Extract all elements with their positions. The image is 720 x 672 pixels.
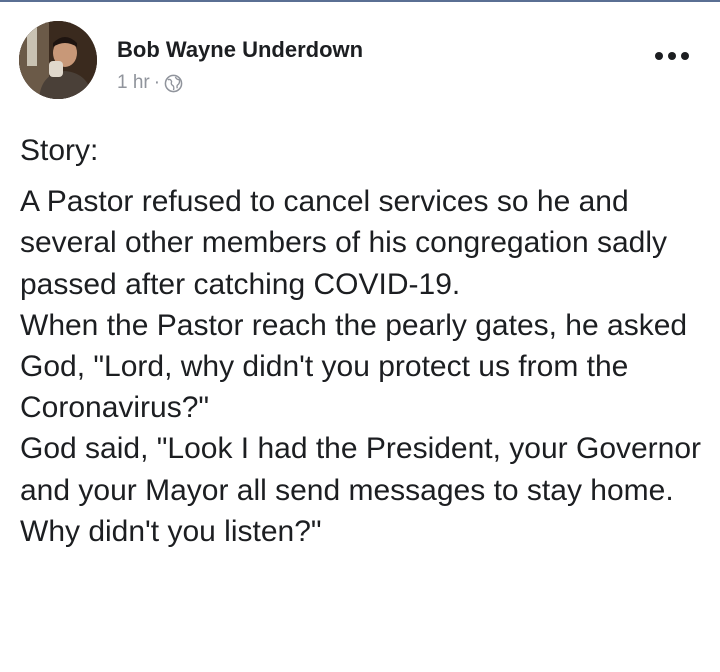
globe-icon[interactable] [164, 74, 183, 93]
post-heading: Story: [20, 134, 99, 167]
post-body: Story: A Pastor refused to cancel servic… [20, 130, 710, 552]
post-meta: 1 hr · [117, 72, 183, 94]
more-options-icon[interactable] [655, 46, 695, 66]
facebook-post: Bob Wayne Underdown 1 hr · Story: A Past… [0, 2, 720, 672]
post-paragraph: God said, "Look I had the President, you… [20, 432, 702, 548]
avatar-image [19, 21, 97, 99]
more-dot [681, 52, 689, 60]
post-timestamp[interactable]: 1 hr [117, 72, 150, 94]
author-name[interactable]: Bob Wayne Underdown [117, 37, 363, 63]
post-paragraph: When the Pastor reach the pearly gates, … [20, 308, 688, 425]
author-avatar[interactable] [19, 21, 97, 99]
meta-separator: · [153, 72, 161, 93]
more-dot [668, 52, 676, 60]
post-paragraph: A Pastor refused to cancel services so h… [20, 185, 667, 301]
more-dot [655, 52, 663, 60]
